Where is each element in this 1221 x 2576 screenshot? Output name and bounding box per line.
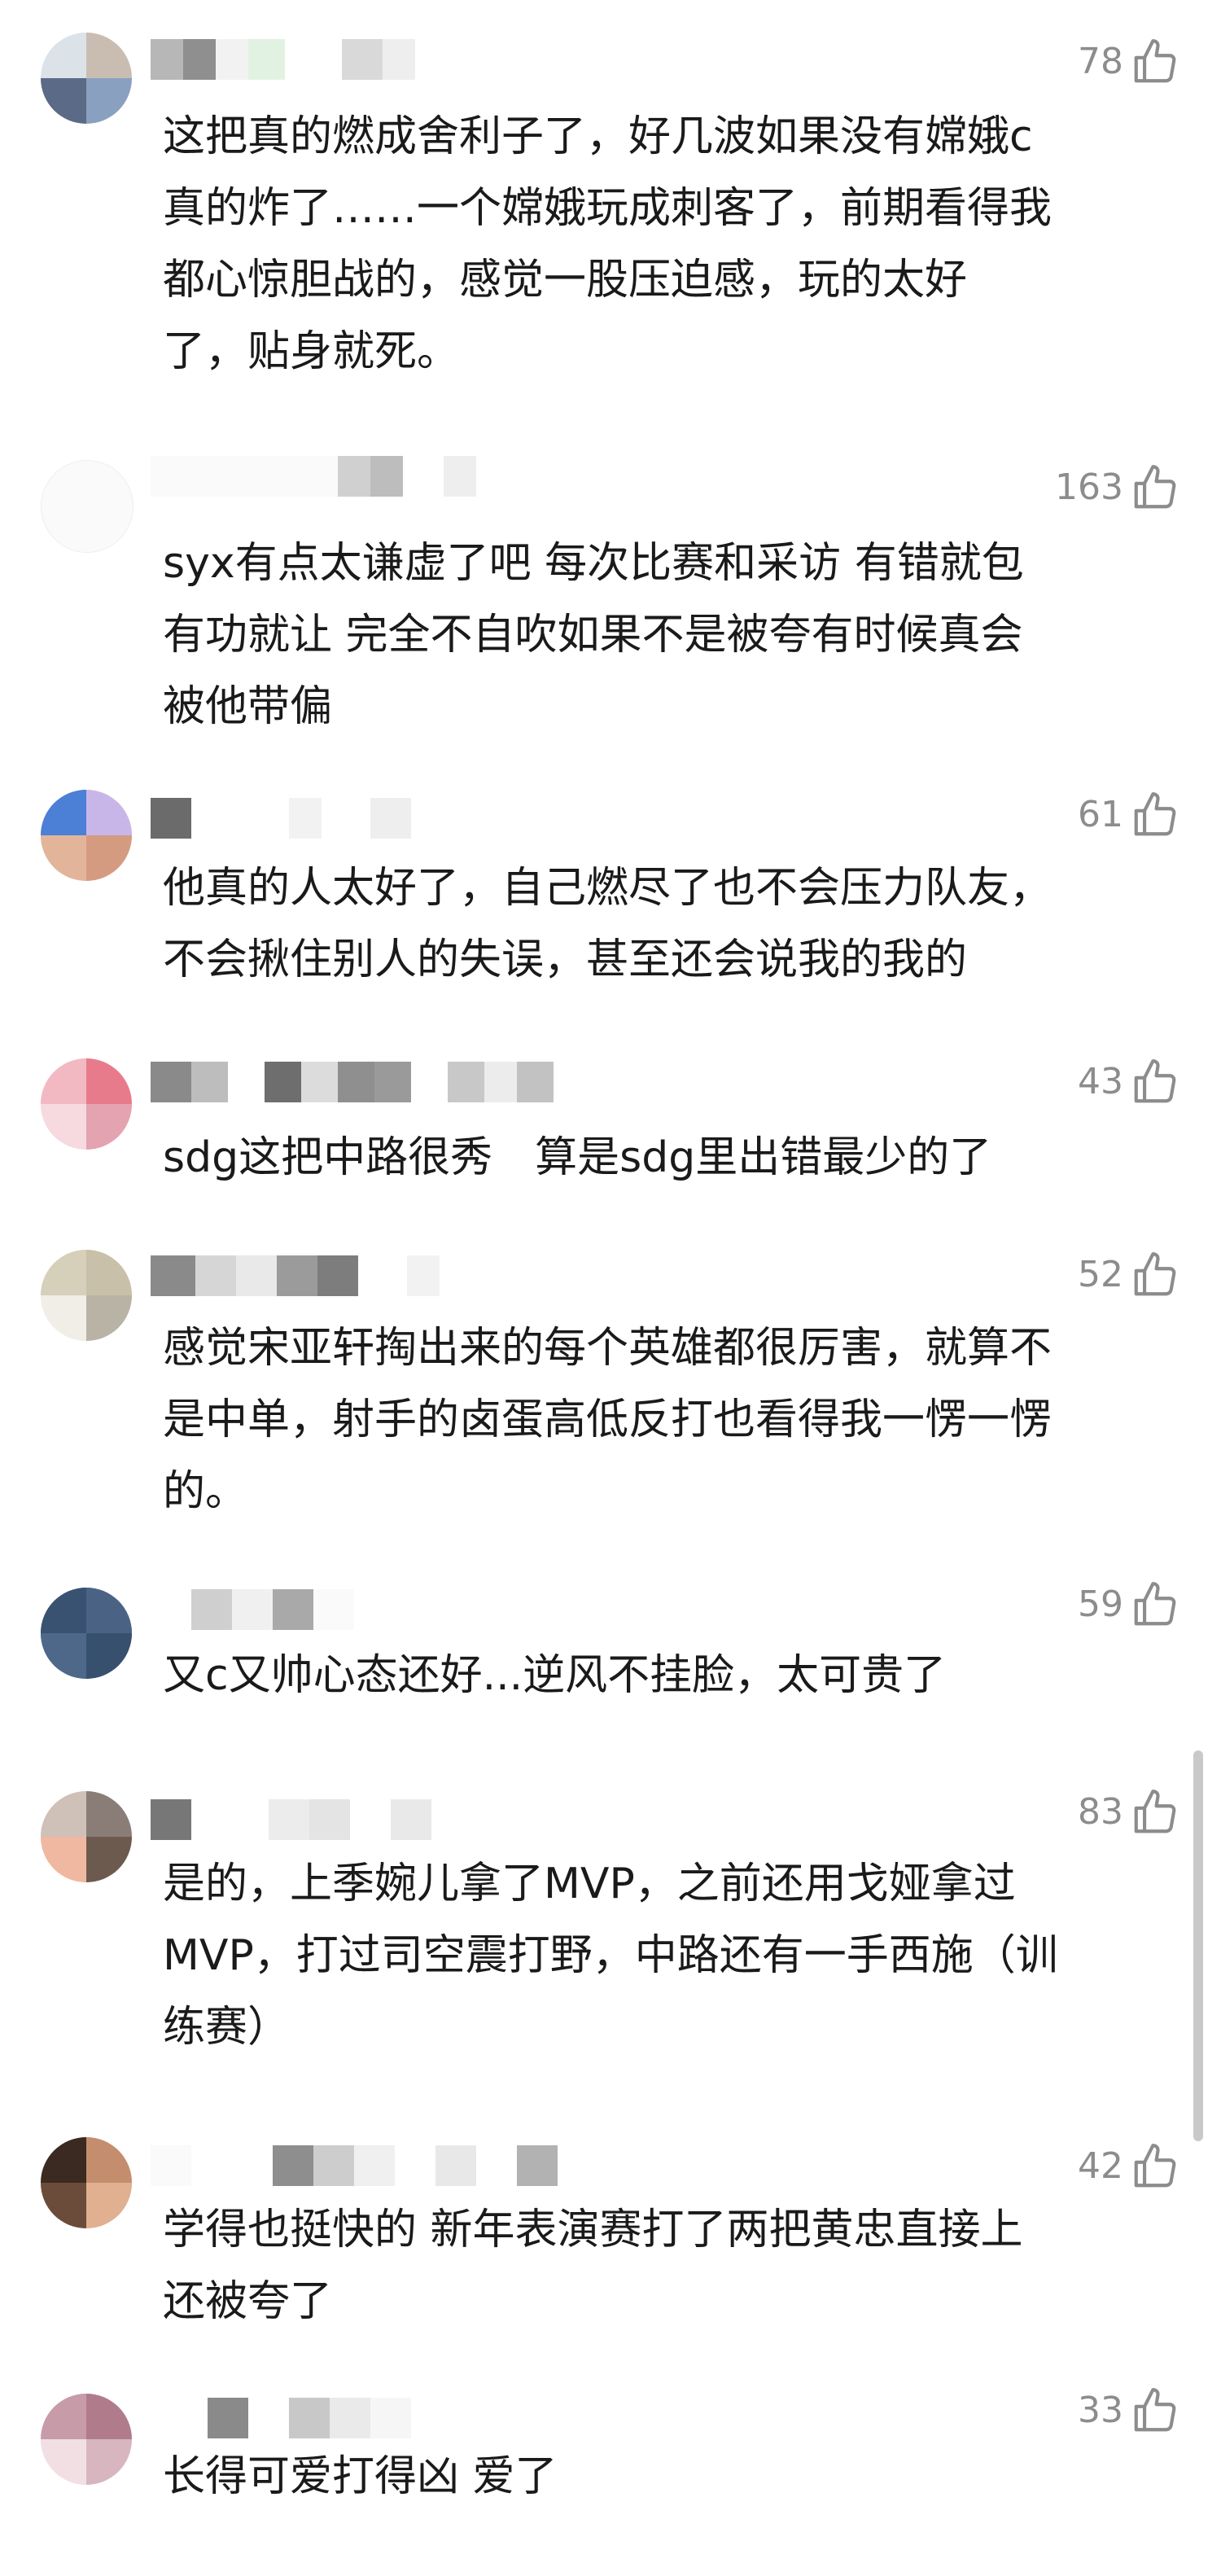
like-counter[interactable]: 43: [1078, 1057, 1180, 1107]
username-blurred[interactable]: [151, 798, 411, 839]
username-blurred[interactable]: [151, 2145, 558, 2186]
like-count: 43: [1078, 1061, 1123, 1102]
thumbs-up-icon[interactable]: [1130, 2385, 1180, 2436]
username-blurred[interactable]: [151, 1799, 431, 1840]
like-counter[interactable]: 78: [1078, 37, 1180, 87]
username-blurred[interactable]: [151, 456, 476, 497]
comment-text: 这把真的燃成舍利子了，好几波如果没有嫦娥c 真的炸了……一个嫦娥玩成刺客了，前期…: [163, 112, 1053, 376]
thumbs-up-icon[interactable]: [1130, 1579, 1180, 1630]
like-count: 52: [1078, 1254, 1123, 1295]
avatar[interactable]: [41, 33, 132, 124]
like-counter[interactable]: 52: [1078, 1250, 1180, 1300]
comment-text: 学得也挺快的 新年表演赛打了两把黄忠直接上 还被夸了: [163, 2206, 1023, 2326]
comment-text: 是的，上季婉儿拿了MVP，之前还用戈娅拿过 MVP，打过司空震打野，中路还有一手…: [163, 1860, 1058, 2052]
like-count: 78: [1078, 41, 1123, 82]
comment-text: 长得可爱打得凶 爱了: [163, 2452, 558, 2501]
thumbs-up-icon[interactable]: [1130, 790, 1180, 840]
like-counter[interactable]: 42: [1078, 2141, 1180, 2192]
comment-text: 感觉宋亚轩掏出来的每个英雄都很厉害，就算不 是中单，射手的卤蛋高低反打也看得我一…: [163, 1324, 1053, 1516]
like-count: 33: [1078, 2390, 1123, 2431]
username-blurred[interactable]: [151, 1589, 354, 1630]
username-blurred[interactable]: [151, 39, 415, 80]
avatar[interactable]: [41, 2394, 132, 2485]
comment-text: 他真的人太好了，自己燃尽了也不会压力队友， 不会揪住别人的失误，甚至还会说我的我…: [163, 864, 1053, 984]
comment-text: syx有点太谦虚了吧 每次比赛和采访 有错就包 有功就让 完全不自吹如果不是被夸…: [163, 539, 1024, 731]
thumbs-up-icon[interactable]: [1130, 1787, 1180, 1838]
like-count: 59: [1078, 1584, 1123, 1625]
like-count: 61: [1078, 794, 1123, 835]
thumbs-up-icon[interactable]: [1130, 1250, 1180, 1300]
avatar[interactable]: [41, 1588, 132, 1679]
thumbs-up-icon[interactable]: [1130, 2141, 1180, 2192]
like-counter[interactable]: 61: [1078, 790, 1180, 840]
like-count: 163: [1055, 467, 1123, 508]
like-counter[interactable]: 59: [1078, 1579, 1180, 1630]
like-counter[interactable]: 33: [1078, 2385, 1180, 2436]
avatar[interactable]: [41, 790, 132, 881]
username-blurred[interactable]: [151, 1062, 554, 1102]
thumbs-up-icon[interactable]: [1130, 37, 1180, 87]
thumbs-up-icon[interactable]: [1130, 1057, 1180, 1107]
avatar[interactable]: [41, 1250, 132, 1341]
like-count: 83: [1078, 1791, 1123, 1833]
like-counter[interactable]: 83: [1078, 1787, 1180, 1838]
username-blurred[interactable]: [151, 1255, 440, 1296]
comment-text: 又c又帅心态还好...逆风不挂脸，太可贵了: [163, 1651, 947, 1700]
avatar[interactable]: [41, 1058, 132, 1150]
avatar[interactable]: [41, 2137, 132, 2228]
avatar[interactable]: [41, 1791, 132, 1882]
like-count: 42: [1078, 2145, 1123, 2187]
comment-text: sdg这把中路很秀 算是sdg里出错最少的了: [163, 1133, 992, 1182]
username-blurred[interactable]: [151, 2398, 411, 2438]
avatar[interactable]: [41, 460, 133, 553]
thumbs-up-icon[interactable]: [1130, 462, 1180, 513]
like-counter[interactable]: 163: [1055, 462, 1180, 513]
scrollbar[interactable]: [1193, 1750, 1203, 2141]
